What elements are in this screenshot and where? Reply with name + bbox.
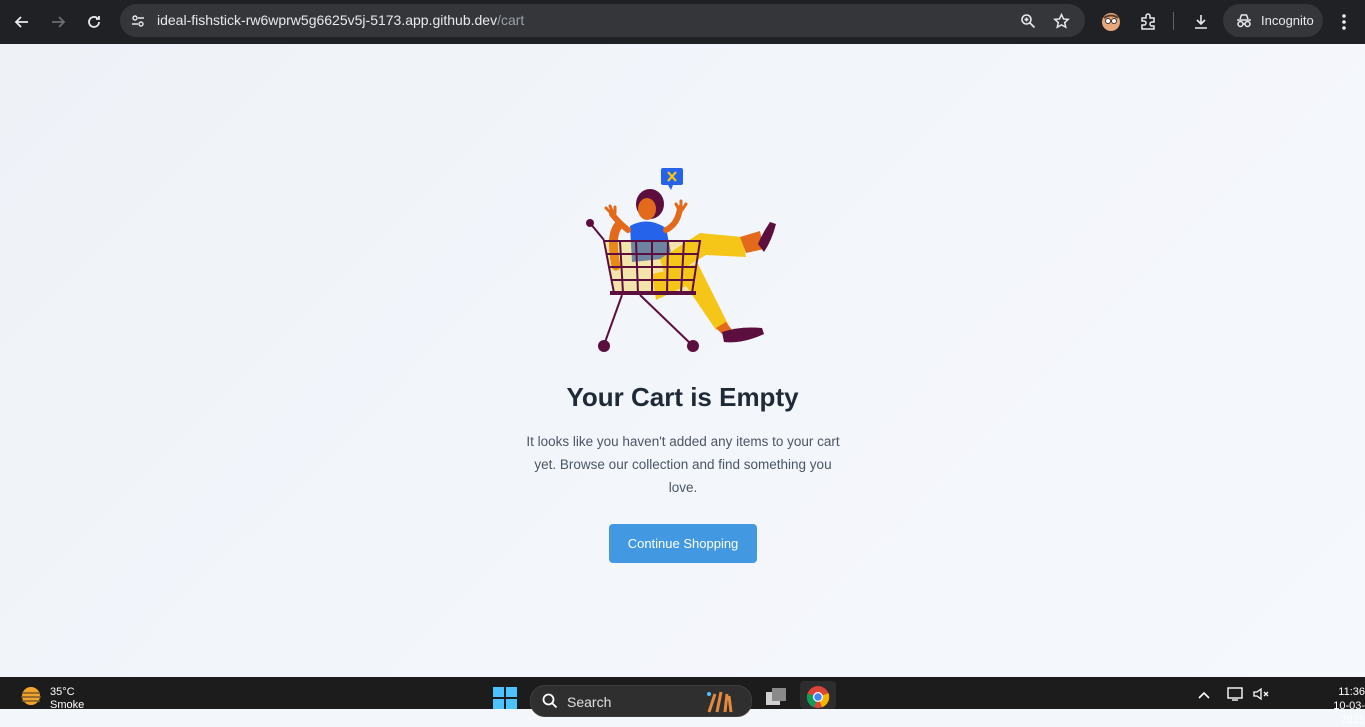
weather-smoke-icon [21, 687, 41, 705]
url-path: /cart [497, 12, 525, 28]
network-icon[interactable] [1227, 686, 1245, 705]
address-bar[interactable]: ideal-fishstick-rw6wprw5g6625v5j-5173.ap… [120, 4, 1085, 37]
back-icon [14, 16, 28, 28]
chrome-taskbar-icon[interactable] [800, 681, 836, 709]
empty-cart-description: It looks like you haven't added any item… [526, 434, 840, 495]
reload-button[interactable] [80, 8, 108, 36]
forward-icon [52, 16, 66, 28]
empty-cart-illustration [586, 168, 776, 352]
incognito-label: Incognito [1261, 13, 1314, 28]
zoom-icon[interactable] [1018, 11, 1038, 31]
toolbar-divider [1173, 12, 1174, 30]
browser-toolbar: ideal-fishstick-rw6wprw5g6625v5j-5173.ap… [0, 0, 1365, 44]
windows-start-icon[interactable] [492, 687, 518, 709]
taskbar-search-box[interactable]: Search [530, 685, 752, 717]
url-host: ideal-fishstick-rw6wprw5g6625v5j-5173.ap… [157, 12, 498, 28]
weather-widget[interactable] [18, 685, 44, 707]
site-settings-icon[interactable] [128, 11, 148, 31]
search-highlight-icon [707, 691, 733, 713]
profile-avatar-icon[interactable] [1099, 10, 1123, 34]
weather-text: 35°C Smoke [50, 686, 84, 712]
system-clock[interactable]: 11:36 10-03-2025 [1318, 685, 1365, 727]
search-icon [542, 693, 558, 709]
task-view-icon[interactable] [762, 687, 790, 709]
url-text[interactable]: ideal-fishstick-rw6wprw5g6625v5j-5173.ap… [157, 12, 524, 28]
volume-muted-icon[interactable] [1252, 686, 1270, 705]
incognito-indicator[interactable]: Incognito [1223, 4, 1323, 37]
cart-page: Your Cart is Empty It looks like you hav… [0, 44, 1365, 677]
reload-icon [88, 16, 100, 28]
bookmark-star-icon[interactable] [1051, 11, 1071, 31]
empty-cart-title: Your Cart is Empty [566, 382, 799, 412]
windows-taskbar: 35°C Smoke Search 11:36 10-03-2025 [0, 677, 1365, 726]
clock-time: 11:36 [1338, 686, 1365, 698]
taskbar-search-label: Search [567, 694, 612, 710]
continue-shopping-button[interactable]: Continue Shopping [609, 524, 757, 563]
clock-date: 10-03-2025 [1333, 700, 1365, 726]
extensions-icon[interactable] [1136, 10, 1160, 34]
incognito-icon [1235, 13, 1253, 29]
weather-temperature: 35°C [50, 686, 75, 698]
weather-condition: Smoke [50, 699, 85, 711]
back-button[interactable] [8, 8, 36, 36]
downloads-icon[interactable] [1189, 10, 1213, 34]
menu-icon[interactable] [1332, 10, 1356, 34]
forward-button[interactable] [44, 8, 72, 36]
show-hidden-icons-chevron-icon[interactable] [1197, 689, 1211, 703]
